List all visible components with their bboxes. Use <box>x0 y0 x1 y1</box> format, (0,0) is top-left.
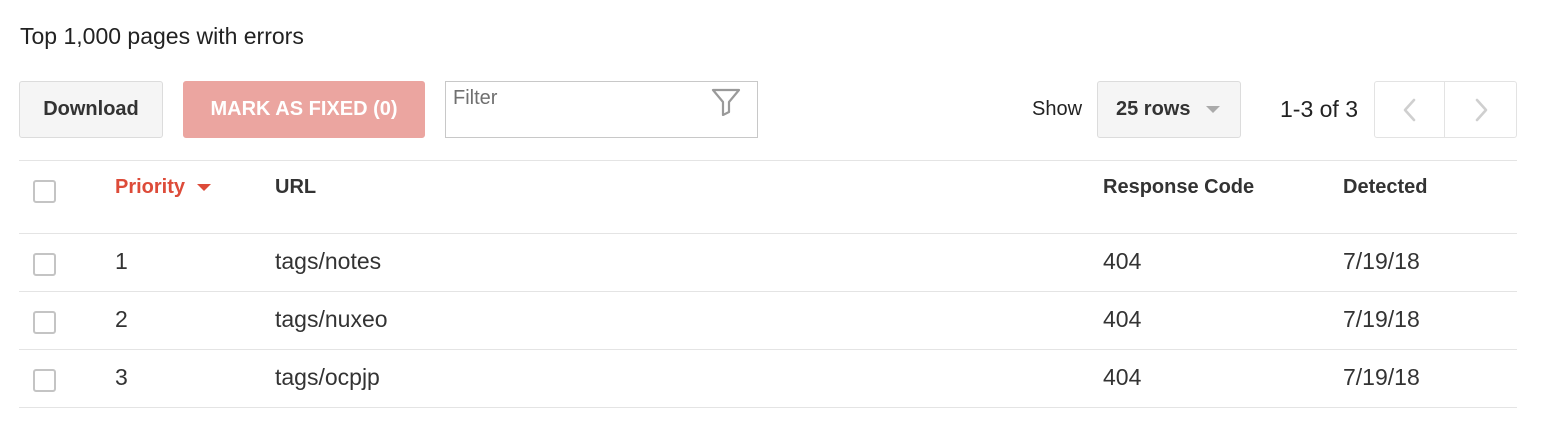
table-row[interactable]: 2 tags/nuxeo 404 7/19/18 <box>19 292 1517 350</box>
download-button[interactable]: Download <box>19 81 163 138</box>
chevron-left-icon <box>1403 98 1415 121</box>
priority-cell: 2 <box>115 306 128 332</box>
rows-per-page-value: 25 rows <box>1116 98 1191 120</box>
table-row[interactable]: 3 tags/ocpjp 404 7/19/18 <box>19 350 1517 408</box>
select-all-checkbox[interactable] <box>33 180 56 203</box>
priority-cell: 3 <box>115 364 128 390</box>
column-header-url[interactable]: URL <box>275 174 316 200</box>
caret-down-icon <box>1206 106 1220 113</box>
errors-table: Priority URL Response Code Detected 1 ta… <box>19 160 1517 408</box>
url-cell[interactable]: tags/notes <box>275 247 381 275</box>
pagination-range: 1-3 of 3 <box>1280 96 1358 122</box>
filter-input[interactable] <box>446 82 706 137</box>
sort-descending-icon <box>197 183 212 191</box>
column-header-priority[interactable]: Priority <box>115 174 212 200</box>
funnel-icon[interactable] <box>711 88 741 116</box>
row-checkbox[interactable] <box>33 311 56 334</box>
crawl-errors-panel: Top 1,000 pages with errors Download MAR… <box>0 0 1545 423</box>
detected-cell: 7/19/18 <box>1343 248 1420 274</box>
table-header-row: Priority URL Response Code Detected <box>19 160 1517 234</box>
show-label: Show <box>1032 98 1083 120</box>
url-cell[interactable]: tags/ocpjp <box>275 363 380 391</box>
column-header-response-code[interactable]: Response Code <box>1103 174 1254 200</box>
priority-cell: 1 <box>115 248 128 274</box>
column-header-priority-label: Priority <box>115 176 186 198</box>
table-row[interactable]: 1 tags/notes 404 7/19/18 <box>19 234 1517 292</box>
page-title: Top 1,000 pages with errors <box>20 23 304 49</box>
detected-cell: 7/19/18 <box>1343 364 1420 390</box>
column-header-detected[interactable]: Detected <box>1343 174 1427 200</box>
detected-cell: 7/19/18 <box>1343 306 1420 332</box>
rows-per-page-select[interactable]: 25 rows <box>1097 81 1241 138</box>
response-code-cell: 404 <box>1103 248 1142 274</box>
row-checkbox[interactable] <box>33 369 56 392</box>
row-checkbox[interactable] <box>33 253 56 276</box>
mark-as-fixed-button[interactable]: MARK AS FIXED (0) <box>183 81 425 138</box>
response-code-cell: 404 <box>1103 306 1142 332</box>
response-code-cell: 404 <box>1103 364 1142 390</box>
next-page-button[interactable] <box>1445 81 1517 138</box>
url-cell[interactable]: tags/nuxeo <box>275 305 388 333</box>
chevron-right-icon <box>1475 98 1487 121</box>
previous-page-button[interactable] <box>1374 81 1445 138</box>
